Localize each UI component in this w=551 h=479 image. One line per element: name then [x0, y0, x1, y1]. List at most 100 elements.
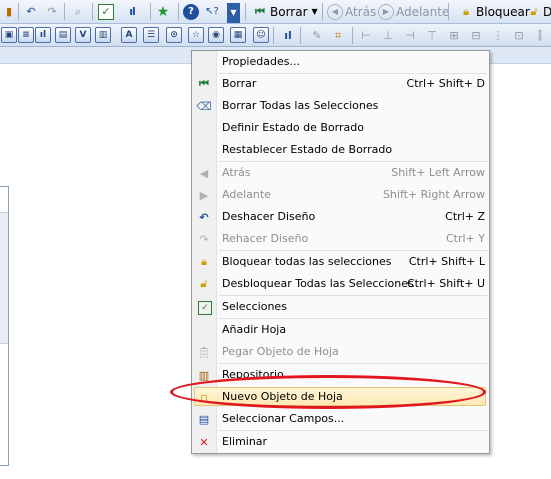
menu-item-label: Seleccionar Campos...: [222, 412, 345, 425]
design-tool-icon[interactable]: ıl: [35, 27, 51, 43]
menu-item-label: Borrar: [222, 77, 257, 90]
design-tool-icon[interactable]: ≡: [18, 27, 34, 43]
menu-item-desbloquear-todas[interactable]: 🔓︎ Desbloquear Todas las Selecciones Ctr…: [192, 273, 489, 295]
text-object-icon[interactable]: A: [121, 27, 137, 43]
align-left-icon: ⊢: [361, 29, 371, 42]
toolbar-separator: [178, 3, 179, 20]
menu-item-seleccionar-campos[interactable]: ▤ Seleccionar Campos...: [192, 408, 489, 430]
align-left-button[interactable]: ⊢: [358, 27, 374, 44]
menu-item-rehacer[interactable]: ↷ Rehacer Diseño Ctrl+ Y: [192, 228, 489, 250]
borrar-toolbar-button[interactable]: ⏮ Borrar ▼: [252, 3, 318, 20]
paste-icon: 📋︎: [197, 345, 211, 359]
forward-icon: ▶: [199, 188, 209, 202]
chart-wizard-button-2[interactable]: ıl: [280, 27, 296, 44]
toolbar-separator: [18, 3, 19, 20]
desbloquear-toolbar-button[interactable]: 🔓︎ D: [526, 3, 551, 20]
menu-item-borrar-todas[interactable]: ⌫ Borrar Todas las Selecciones: [192, 95, 489, 117]
design-tool-icon[interactable]: ⊙: [166, 27, 182, 43]
menu-item-adelante[interactable]: ▶ Adelante Shift+ Right Arrow: [192, 184, 489, 206]
align-middle-button[interactable]: ⊞: [446, 27, 462, 44]
toolbar-overflow-button[interactable]: ▼: [227, 3, 240, 23]
design-tool-icon[interactable]: ☆: [188, 27, 204, 43]
redo-icon: ↷: [199, 232, 209, 246]
menu-item-label: Borrar Todas las Selecciones: [222, 99, 379, 112]
spacing-button[interactable]: ⫿: [532, 27, 548, 44]
search-button[interactable]: ⌕: [70, 3, 86, 20]
design-tool-icon[interactable]: ▤: [55, 27, 71, 43]
menu-item-label: Añadir Hoja: [222, 323, 287, 336]
chart-wizard-button[interactable]: ıl: [124, 3, 140, 20]
help-button[interactable]: ?: [183, 3, 199, 20]
menu-item-eliminar[interactable]: ✕ Eliminar: [192, 431, 489, 453]
design-tool-icon[interactable]: ▣: [1, 27, 17, 43]
design-tool-icon[interactable]: ◉: [208, 27, 224, 43]
menu-item-label: Desbloquear Todas las Selecciones: [222, 277, 414, 290]
lock-icon: 🔒︎: [201, 255, 207, 268]
distribute-button[interactable]: ⋮: [490, 27, 506, 44]
align-bottom-button[interactable]: ⊟: [468, 27, 484, 44]
toolbar-separator: [150, 3, 151, 20]
menu-item-propiedades[interactable]: Propiedades...: [192, 51, 489, 73]
align-bottom-icon: ⊟: [471, 29, 481, 42]
design-tool-icon[interactable]: ☰: [143, 27, 159, 43]
menu-item-label: Deshacer Diseño: [222, 210, 316, 223]
desbloquear-toolbar-label: D: [543, 4, 551, 19]
adelante-toolbar-button[interactable]: ▶ Adelante: [378, 3, 449, 20]
menu-item-selecciones[interactable]: ✓ Selecciones: [192, 296, 489, 318]
menu-item-label: Selecciones: [222, 300, 287, 313]
chevron-down-icon: ▼: [230, 8, 237, 17]
design-tool-icon[interactable]: ▦: [230, 27, 246, 43]
undo-icon: ↶: [199, 210, 209, 224]
menu-item-shortcut: Ctrl+ Shift+ U: [406, 277, 485, 290]
eraser-icon: ⌫: [196, 99, 212, 113]
menu-item-restablecer-estado[interactable]: Restablecer Estado de Borrado: [192, 139, 489, 161]
context-help-button[interactable]: ↖?: [204, 3, 220, 20]
atras-toolbar-button[interactable]: ◀ Atrás: [327, 3, 376, 20]
menu-item-bloquear-todas[interactable]: 🔒︎ Bloquear todas las selecciones Ctrl+ …: [192, 251, 489, 273]
smiley-icon[interactable]: ☺: [253, 27, 269, 43]
menu-item-definir-estado[interactable]: Definir Estado de Borrado: [192, 117, 489, 139]
align-button[interactable]: ⌗: [330, 27, 346, 44]
bloquear-toolbar-button[interactable]: 🔒︎ Bloquear: [458, 3, 530, 20]
select-fields-icon: ▤: [198, 412, 210, 426]
spacing-icon: ⫿: [538, 29, 542, 42]
toolbar-separator: [64, 3, 65, 20]
toolbar-separator: [273, 27, 274, 44]
lock-icon: 🔒︎: [463, 5, 469, 18]
grid-align-icon: ⌗: [334, 29, 342, 42]
help-icon: ?: [183, 3, 199, 20]
annotation-circle: [170, 375, 486, 409]
align-right-button[interactable]: ⊣: [402, 27, 418, 44]
favorite-button[interactable]: ★: [155, 3, 171, 20]
borrar-toolbar-label: Borrar: [270, 4, 308, 19]
menu-item-pegar-objeto[interactable]: 📋︎ Pegar Objeto de Hoja: [192, 341, 489, 363]
menu-item-label: Pegar Objeto de Hoja: [222, 345, 339, 358]
menu-item-shortcut: Ctrl+ Y: [445, 232, 485, 245]
design-tool-icon[interactable]: ▥: [95, 27, 111, 43]
toolbar-partial-icon[interactable]: ▮: [1, 3, 17, 20]
forward-icon: ▶: [378, 3, 394, 20]
design-tool-icon[interactable]: V: [75, 27, 91, 43]
menu-item-label: Rehacer Diseño: [222, 232, 309, 245]
format-painter-button[interactable]: ✎: [309, 27, 325, 44]
menu-item-atras[interactable]: ◀ Atrás Shift+ Left Arrow: [192, 162, 489, 184]
main-toolbar: ▮ ↶ ↷ ⌕ ✓ ıl ★ ? ↖? ▼ ⏮ Borrar ▼ ◀ Atrás…: [0, 0, 551, 24]
bar-chart-icon: ıl: [129, 5, 136, 18]
menu-item-shortcut: Shift+ Right Arrow: [382, 188, 485, 201]
menu-item-shortcut: Shift+ Left Arrow: [391, 166, 485, 179]
toolbar-separator: [245, 3, 246, 20]
redo-button[interactable]: ↷: [44, 3, 60, 20]
search-icon: ⌕: [74, 5, 82, 18]
selections-button[interactable]: ✓: [98, 3, 114, 20]
menu-item-borrar[interactable]: ⏮ Borrar Ctrl+ Shift+ D: [192, 73, 489, 95]
undo-button[interactable]: ↶: [23, 3, 39, 20]
menu-item-deshacer[interactable]: ↶ Deshacer Diseño Ctrl+ Z: [192, 206, 489, 228]
same-size-button[interactable]: ⊡: [511, 27, 527, 44]
align-center-button[interactable]: ⊥: [380, 27, 396, 44]
bloquear-toolbar-label: Bloquear: [476, 4, 530, 19]
align-top-button[interactable]: ⊤: [424, 27, 440, 44]
left-panel-scrollbar[interactable]: [0, 212, 8, 344]
menu-item-anadir-hoja[interactable]: Añadir Hoja: [192, 319, 489, 341]
brush-icon: ✎: [312, 29, 322, 42]
menu-item-label: Eliminar: [222, 435, 268, 448]
